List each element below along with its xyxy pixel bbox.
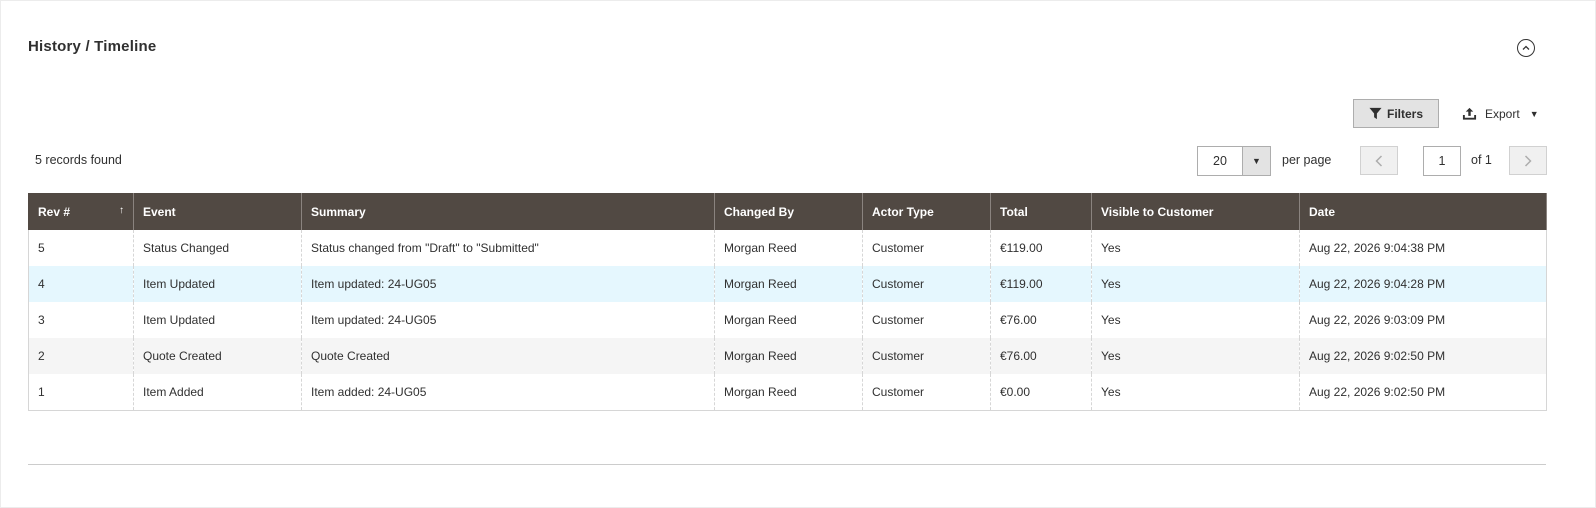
caret-down-icon[interactable]: ▼ — [1242, 147, 1270, 175]
cell-actor-type: Customer — [862, 374, 991, 411]
column-header-visible[interactable]: Visible to Customer — [1091, 193, 1300, 230]
cell-visible: Yes — [1091, 302, 1300, 338]
filters-button[interactable]: Filters — [1353, 99, 1439, 128]
cell-actor-type: Customer — [862, 230, 991, 266]
column-header-summary[interactable]: Summary — [301, 193, 715, 230]
cell-rev: 1 — [28, 374, 134, 411]
cell-changed-by: Morgan Reed — [714, 230, 863, 266]
cell-date: Aug 22, 2026 9:02:50 PM — [1299, 374, 1547, 411]
table-row[interactable]: 5 Status Changed Status changed from "Dr… — [28, 230, 1547, 266]
cell-total: €0.00 — [990, 374, 1092, 411]
cell-actor-type: Customer — [862, 266, 991, 302]
cell-event: Quote Created — [133, 338, 302, 374]
cell-event: Item Updated — [133, 266, 302, 302]
cell-visible: Yes — [1091, 266, 1300, 302]
column-header-changed-by[interactable]: Changed By — [714, 193, 863, 230]
cell-changed-by: Morgan Reed — [714, 374, 863, 411]
cell-date: Aug 22, 2026 9:04:38 PM — [1299, 230, 1547, 266]
section-title: History / Timeline — [28, 38, 157, 55]
cell-rev: 5 — [28, 230, 134, 266]
chevron-up-icon — [1522, 45, 1530, 50]
funnel-icon — [1369, 107, 1382, 120]
cell-summary: Status changed from "Draft" to "Submitte… — [301, 230, 715, 266]
table-header-row: Rev # ↑ Event Summary Changed By Actor Ty… — [28, 193, 1547, 230]
table-row[interactable]: 3 Item Updated Item updated: 24-UG05 Mor… — [28, 302, 1547, 338]
cell-summary: Item added: 24-UG05 — [301, 374, 715, 411]
cell-total: €76.00 — [990, 302, 1092, 338]
export-label: Export — [1485, 106, 1520, 121]
cell-summary: Item updated: 24-UG05 — [301, 266, 715, 302]
caret-down-icon: ▼ — [1529, 108, 1539, 119]
cell-rev: 3 — [28, 302, 134, 338]
cell-total: €119.00 — [990, 266, 1092, 302]
cell-changed-by: Morgan Reed — [714, 338, 863, 374]
column-header-event[interactable]: Event — [133, 193, 302, 230]
cell-date: Aug 22, 2026 9:02:50 PM — [1299, 338, 1547, 374]
cell-rev: 2 — [28, 338, 134, 374]
cell-rev: 4 — [28, 266, 134, 302]
export-button[interactable]: Export ▼ — [1462, 99, 1539, 128]
cell-changed-by: Morgan Reed — [714, 266, 863, 302]
table-row[interactable]: 1 Item Added Item added: 24-UG05 Morgan … — [28, 374, 1547, 411]
cell-summary: Item updated: 24-UG05 — [301, 302, 715, 338]
current-page-input[interactable] — [1423, 146, 1461, 176]
cell-total: €119.00 — [990, 230, 1092, 266]
cell-actor-type: Customer — [862, 302, 991, 338]
cell-event: Item Added — [133, 374, 302, 411]
cell-date: Aug 22, 2026 9:03:09 PM — [1299, 302, 1547, 338]
column-header-actor-type[interactable]: Actor Type — [862, 193, 991, 230]
per-page-value: 20 — [1213, 154, 1227, 168]
table-row[interactable]: 2 Quote Created Quote Created Morgan Ree… — [28, 338, 1547, 374]
chevron-right-icon — [1524, 154, 1532, 167]
cell-event: Item Updated — [133, 302, 302, 338]
cell-date: Aug 22, 2026 9:04:28 PM — [1299, 266, 1547, 302]
cell-event: Status Changed — [133, 230, 302, 266]
section-divider — [28, 464, 1546, 465]
records-found: 5 records found — [35, 153, 122, 167]
per-page-label: per page — [1282, 153, 1332, 167]
per-page-select[interactable]: 20 ▼ — [1197, 146, 1271, 176]
column-header-rev[interactable]: Rev # ↑ — [28, 193, 134, 230]
history-table: Rev # ↑ Event Summary Changed By Actor Ty… — [28, 193, 1547, 411]
next-page-button[interactable] — [1509, 146, 1547, 175]
cell-visible: Yes — [1091, 374, 1300, 411]
chevron-left-icon — [1375, 154, 1383, 167]
cell-summary: Quote Created — [301, 338, 715, 374]
total-pages-label: of 1 — [1471, 153, 1492, 167]
cell-visible: Yes — [1091, 338, 1300, 374]
cell-actor-type: Customer — [862, 338, 991, 374]
cell-total: €76.00 — [990, 338, 1092, 374]
column-header-date[interactable]: Date — [1299, 193, 1547, 230]
table-row[interactable]: 4 Item Updated Item updated: 24-UG05 Mor… — [28, 266, 1547, 302]
cell-changed-by: Morgan Reed — [714, 302, 863, 338]
column-header-total[interactable]: Total — [990, 193, 1092, 230]
previous-page-button[interactable] — [1360, 146, 1398, 175]
cell-visible: Yes — [1091, 230, 1300, 266]
sort-arrow-icon: ↑ — [119, 204, 124, 216]
collapse-button[interactable] — [1517, 39, 1535, 57]
upload-icon — [1462, 107, 1477, 121]
filters-label: Filters — [1386, 106, 1423, 121]
